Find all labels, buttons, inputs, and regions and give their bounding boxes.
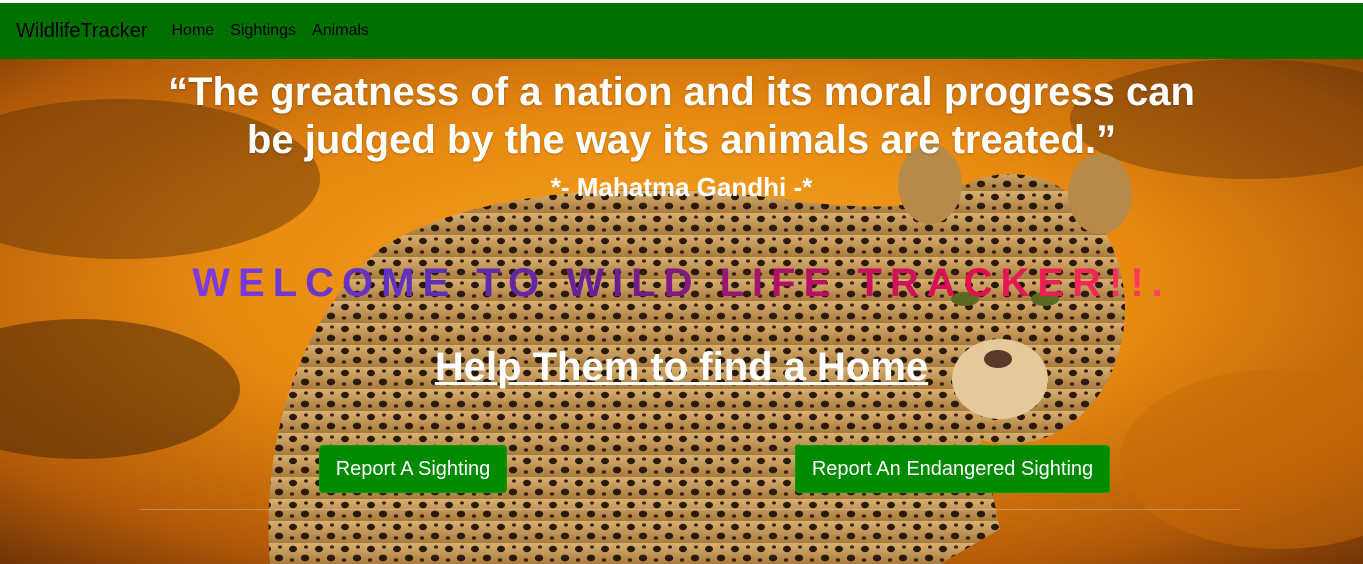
welcome-letter: W <box>192 261 238 305</box>
welcome-letter: T <box>476 261 508 305</box>
page: WildlifeTracker Home Sightings Animals “… <box>0 0 1363 564</box>
navbar: WildlifeTracker Home Sightings Animals <box>0 3 1363 59</box>
welcome-letter: I <box>752 261 772 305</box>
brand-link[interactable]: WildlifeTracker <box>16 20 148 43</box>
welcome-letter <box>838 261 857 305</box>
welcome-letter: L <box>631 261 664 305</box>
welcome-letter <box>547 261 566 305</box>
welcome-letter: R <box>1072 261 1109 305</box>
welcome-letter: C <box>305 261 343 305</box>
welcome-letter: L <box>719 261 753 305</box>
welcome-heading: WELCOME TO WILD LIFE TRACKER!!. <box>0 259 1363 307</box>
welcome-letter: L <box>272 261 306 305</box>
welcome-letter: D <box>663 261 701 305</box>
welcome-letter: K <box>1000 261 1038 305</box>
welcome-letter: ! <box>1130 261 1152 305</box>
welcome-letter: T <box>857 261 890 305</box>
welcome-letter: W <box>566 261 613 305</box>
welcome-letter: F <box>771 261 804 305</box>
welcome-letter <box>700 261 719 305</box>
gandhi-quote: “The greatness of a nation and its moral… <box>0 68 1363 164</box>
report-endangered-sighting-button[interactable]: Report An Endangered Sighting <box>795 445 1110 493</box>
welcome-letter: E <box>422 261 458 305</box>
welcome-letter: E <box>238 261 273 305</box>
welcome-letter: O <box>342 261 382 305</box>
welcome-letter: C <box>963 261 1001 305</box>
welcome-letter: O <box>508 261 548 305</box>
welcome-letter <box>457 261 476 305</box>
nav-link-home[interactable]: Home <box>172 22 215 40</box>
welcome-letter: E <box>1037 261 1073 305</box>
welcome-letter: I <box>612 261 632 305</box>
nav-link-animals[interactable]: Animals <box>312 22 369 40</box>
help-heading: Help Them to find a Home <box>434 345 929 389</box>
divider <box>140 509 1240 510</box>
quote-author: *- Mahatma Gandhi -* <box>550 172 813 202</box>
welcome-letter: A <box>926 261 964 305</box>
quote-line-1: “The greatness of a nation and its moral… <box>168 70 1195 114</box>
welcome-letter: M <box>381 261 423 305</box>
hero-section: “The greatness of a nation and its moral… <box>0 59 1363 564</box>
welcome-letter: ! <box>1108 261 1131 305</box>
welcome-letter: R <box>889 261 927 305</box>
nav-link-sightings[interactable]: Sightings <box>230 22 296 40</box>
quote-line-2: be judged by the way its animals are tre… <box>246 118 1117 162</box>
welcome-letter: . <box>1151 261 1171 305</box>
report-sighting-button[interactable]: Report A Sighting <box>319 445 507 493</box>
welcome-letter: E <box>803 261 839 305</box>
